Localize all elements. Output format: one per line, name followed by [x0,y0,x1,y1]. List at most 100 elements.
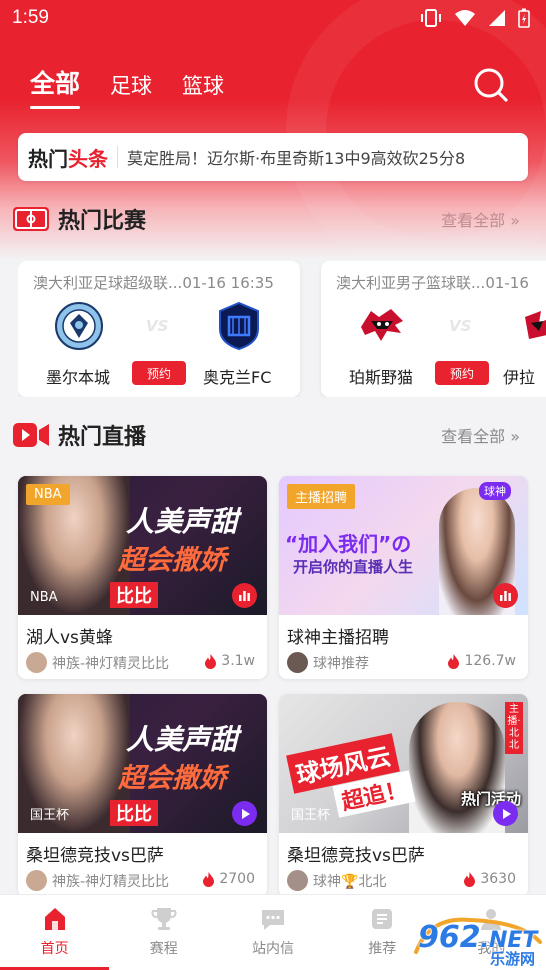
heat-value: 3630 [480,871,516,887]
tab-basketball[interactable]: 篮球 [182,70,224,100]
thumb-subline: 超会撒娇 [118,763,226,794]
thumb-streamer-name: 主播·北北 [505,702,523,754]
live-card[interactable]: 人美声甜 超会撒娇 比比 NBA NBA 湖人vs黄蜂 神族-神灯精灵比比 3.… [18,476,267,679]
headline-banner[interactable]: 热门头条 莫定胜局！迈尔斯·布里奇斯13中9高效砍25分8 [18,133,528,181]
live-title: 桑坦德竞技vs巴萨 [287,846,425,866]
reserve-button[interactable]: 预约 [435,361,489,385]
top-tab-bar: 全部 足球 篮球 [30,64,224,109]
anchor-name: 神族-神灯精灵比比 [52,656,170,672]
flame-icon [448,654,460,669]
wifi-icon [455,10,475,26]
live-title: 湖人vs黄蜂 [26,628,113,648]
live-title: 球神主播招聘 [287,628,389,648]
hot-live-title: 热门直播 [58,425,147,450]
illawarra-logo [525,311,546,339]
live-card[interactable]: “加入我们”の 开启你的直播人生 球神 主播招聘 球神主播招聘 球神推荐 126… [279,476,528,679]
heat-count: 126.7w [447,653,516,669]
nav-home[interactable]: 首页 [0,895,110,970]
home-team-name: 珀斯野猫 [349,368,414,387]
auckland-fc-logo [219,301,259,351]
match-league: 澳大利亚足球超级联...01-16 16:35 [33,274,274,292]
status-bar: 1:59 [0,0,546,36]
heat-count: 3630 [463,871,516,887]
home-team-name: 墨尔本城 [46,368,111,387]
thumb-headline: 人美声甜 [126,505,239,538]
perth-wildcats-logo [361,309,403,341]
nav-schedule[interactable]: 赛程 [109,895,218,970]
away-team-name: 伊拉 [503,368,536,387]
bar-chart-icon [239,591,250,601]
headline-badge-top: 头条 [68,146,108,171]
heat-count: 2700 [202,871,255,887]
streamer-photo [409,702,505,833]
battery-icon [518,8,530,28]
hot-live-header: 热门直播 查看全部 » [12,418,532,452]
play-icon [502,808,511,819]
headline-badge-hot: 热门 [28,146,68,171]
live-thumbnail: “加入我们”の 开启你的直播人生 球神 主播招聘 [279,476,528,615]
avatar [26,652,47,673]
live-thumbnail: 球场风云 超追！ 主播·北北 热门活动 国王杯 [279,694,528,833]
anchor-name: 球神🏆北北 [313,874,387,890]
hot-matches-view-all[interactable]: 查看全部 » [441,207,520,231]
live-status-badge [232,583,257,608]
headline-divider [117,146,118,168]
avatar [287,870,308,891]
avatar [26,870,47,891]
match-vs: VS [146,317,169,335]
match-carousel[interactable]: 澳大利亚足球超级联...01-16 16:35 VS 墨尔本城 预约 奥克兰FC… [18,261,546,397]
signal-icon [489,10,505,26]
watermark-sub: 乐游网 [490,950,536,968]
match-card[interactable]: 澳大利亚男子篮球联...01-16 VS 珀斯野猫 预约 伊拉 [321,261,546,397]
live-status-badge [493,801,518,826]
message-icon [262,910,284,930]
nav-label: 站内信 [252,941,294,957]
live-league: 国王杯 [291,808,331,823]
live-title: 桑坦德竞技vs巴萨 [26,846,164,866]
vibrate-icon [421,9,441,27]
thumb-headline: “加入我们”の [285,532,412,556]
hot-matches-header: 热门比赛 查看全部 » [12,202,532,236]
live-camera-icon [13,423,49,447]
match-card[interactable]: 澳大利亚足球超级联...01-16 16:35 VS 墨尔本城 预约 奥克兰FC [18,261,300,397]
thumb-streamer-name: 比比 [110,582,158,608]
bar-chart-icon [500,591,511,601]
melbourne-city-logo [55,302,103,350]
live-card[interactable]: 球场风云 超追！ 主播·北北 热门活动 国王杯 桑坦德竞技vs巴萨 球神🏆北北 … [279,694,528,897]
hot-live-view-all[interactable]: 查看全部 » [441,423,520,447]
heat-value: 126.7w [464,653,516,669]
status-time: 1:59 [12,7,49,28]
pitch-icon [13,207,49,231]
thumb-subline: 超会撒娇 [118,545,226,576]
match-vs: VS [449,317,472,335]
thumb-headline: 人美声甜 [126,723,239,756]
recommend-icon [372,909,393,929]
nav-label: 首页 [40,941,69,957]
live-thumbnail: 人美声甜 超会撒娇 比比 国王杯 [18,694,267,833]
heat-value: 3.1w [221,653,255,669]
avatar [287,652,308,673]
headline-badge: 热门头条 [28,143,108,172]
status-icons [420,8,530,28]
trophy-icon [151,908,177,930]
nav-label: 推荐 [368,941,397,957]
anchor-name: 神族-神灯精灵比比 [52,874,170,890]
anchor-name: 球神推荐 [313,656,369,672]
nav-label: 赛程 [149,941,178,957]
reserve-button[interactable]: 预约 [132,361,186,385]
play-icon [241,808,250,819]
nav-messages[interactable]: 站内信 [218,895,327,970]
away-team-name: 奥克兰FC [203,368,272,387]
flame-icon [203,872,215,887]
search-icon[interactable] [472,66,510,104]
tab-all[interactable]: 全部 [30,64,81,109]
live-league: NBA [30,590,58,605]
flame-icon [205,654,217,669]
tab-football[interactable]: 足球 [110,70,152,100]
match-league: 澳大利亚男子篮球联...01-16 [336,274,529,292]
thumb-streamer-name: 比比 [110,800,158,826]
live-card[interactable]: 人美声甜 超会撒娇 比比 国王杯 桑坦德竞技vs巴萨 神族-神灯精灵比比 270… [18,694,267,897]
flame-icon [464,872,476,887]
live-thumbnail: 人美声甜 超会撒娇 比比 NBA NBA [18,476,267,615]
site-watermark: 962.NET 乐游网 [410,912,546,970]
